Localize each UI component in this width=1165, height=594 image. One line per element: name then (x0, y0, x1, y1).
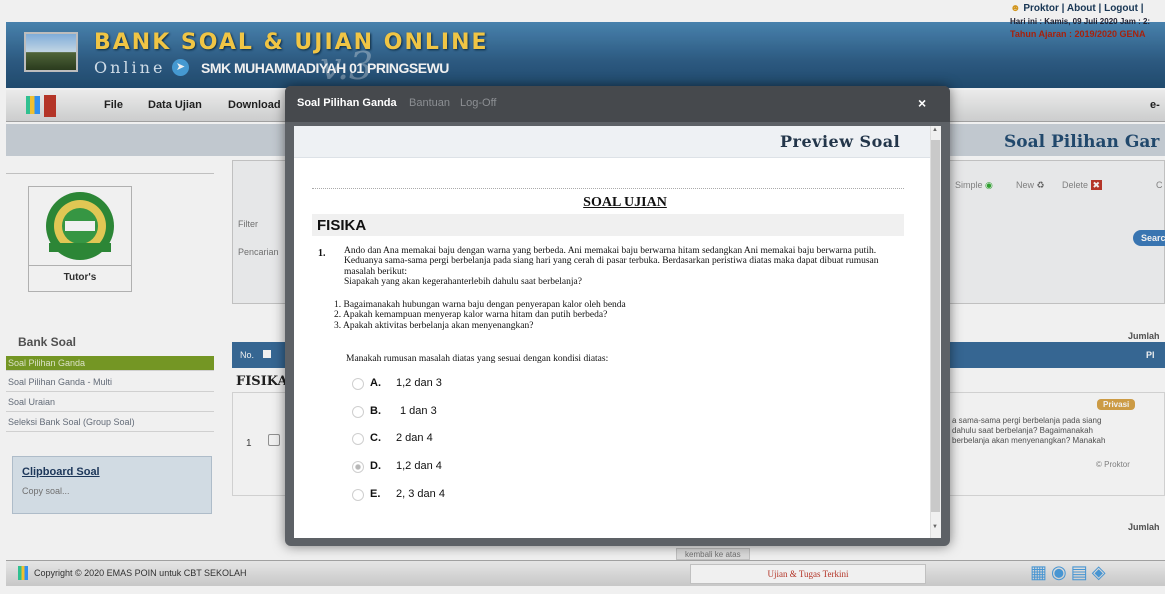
radio-e[interactable] (352, 489, 364, 501)
option-letter: E. (370, 488, 381, 500)
question-list: 1. Bagaimanakah hubungan warna baju deng… (334, 300, 894, 331)
radio-c[interactable] (352, 433, 364, 445)
exam-heading: SOAL UJIAN (583, 195, 667, 210)
radio-d[interactable] (352, 461, 364, 473)
modal-title: Soal Pilihan Ganda (297, 97, 397, 109)
question-prompt: Manakah rumusan masalah diatas yang sesu… (346, 354, 609, 364)
scrollbar-thumb[interactable] (931, 140, 940, 512)
ghost-menu-logoff: Log-Off (460, 97, 497, 109)
option-letter: A. (370, 377, 381, 389)
ghost-menu-bantuan: Bantuan (409, 97, 450, 109)
option-text: 1,2 dan 3 (396, 377, 442, 389)
question-number: 1. (318, 248, 326, 259)
scroll-down-icon[interactable]: ▼ (932, 524, 938, 530)
close-icon[interactable]: × (918, 95, 926, 111)
question-body: Ando dan Ana memakai baju dengan warna y… (344, 246, 879, 288)
subject-band (312, 214, 904, 236)
list-item: 1. Bagaimanakah hubungan warna baju deng… (334, 300, 626, 310)
scroll-up-icon[interactable]: ▲ (932, 127, 938, 133)
radio-a[interactable] (352, 378, 364, 390)
option-text: 1 dan 3 (400, 405, 437, 417)
option-letter: C. (370, 432, 381, 444)
subject-title: FISIKA (317, 217, 367, 234)
option-text: 1,2 dan 4 (396, 460, 442, 472)
list-item: 2. Apakah kemampuan menyerap kalor warna… (334, 310, 608, 321)
list-item: 3. Apakah aktivitas berbelanja akan meny… (334, 320, 534, 331)
option-text: 2, 3 dan 4 (396, 488, 445, 500)
divider (312, 188, 904, 189)
option-text: 2 dan 4 (396, 432, 433, 444)
preview-title: Preview Soal (780, 132, 901, 151)
question-sub: Siapakah yang akan kegerahanterlebih dah… (344, 277, 582, 288)
option-letter: B. (370, 405, 381, 417)
radio-b[interactable] (352, 406, 364, 418)
option-letter: D. (370, 460, 381, 472)
